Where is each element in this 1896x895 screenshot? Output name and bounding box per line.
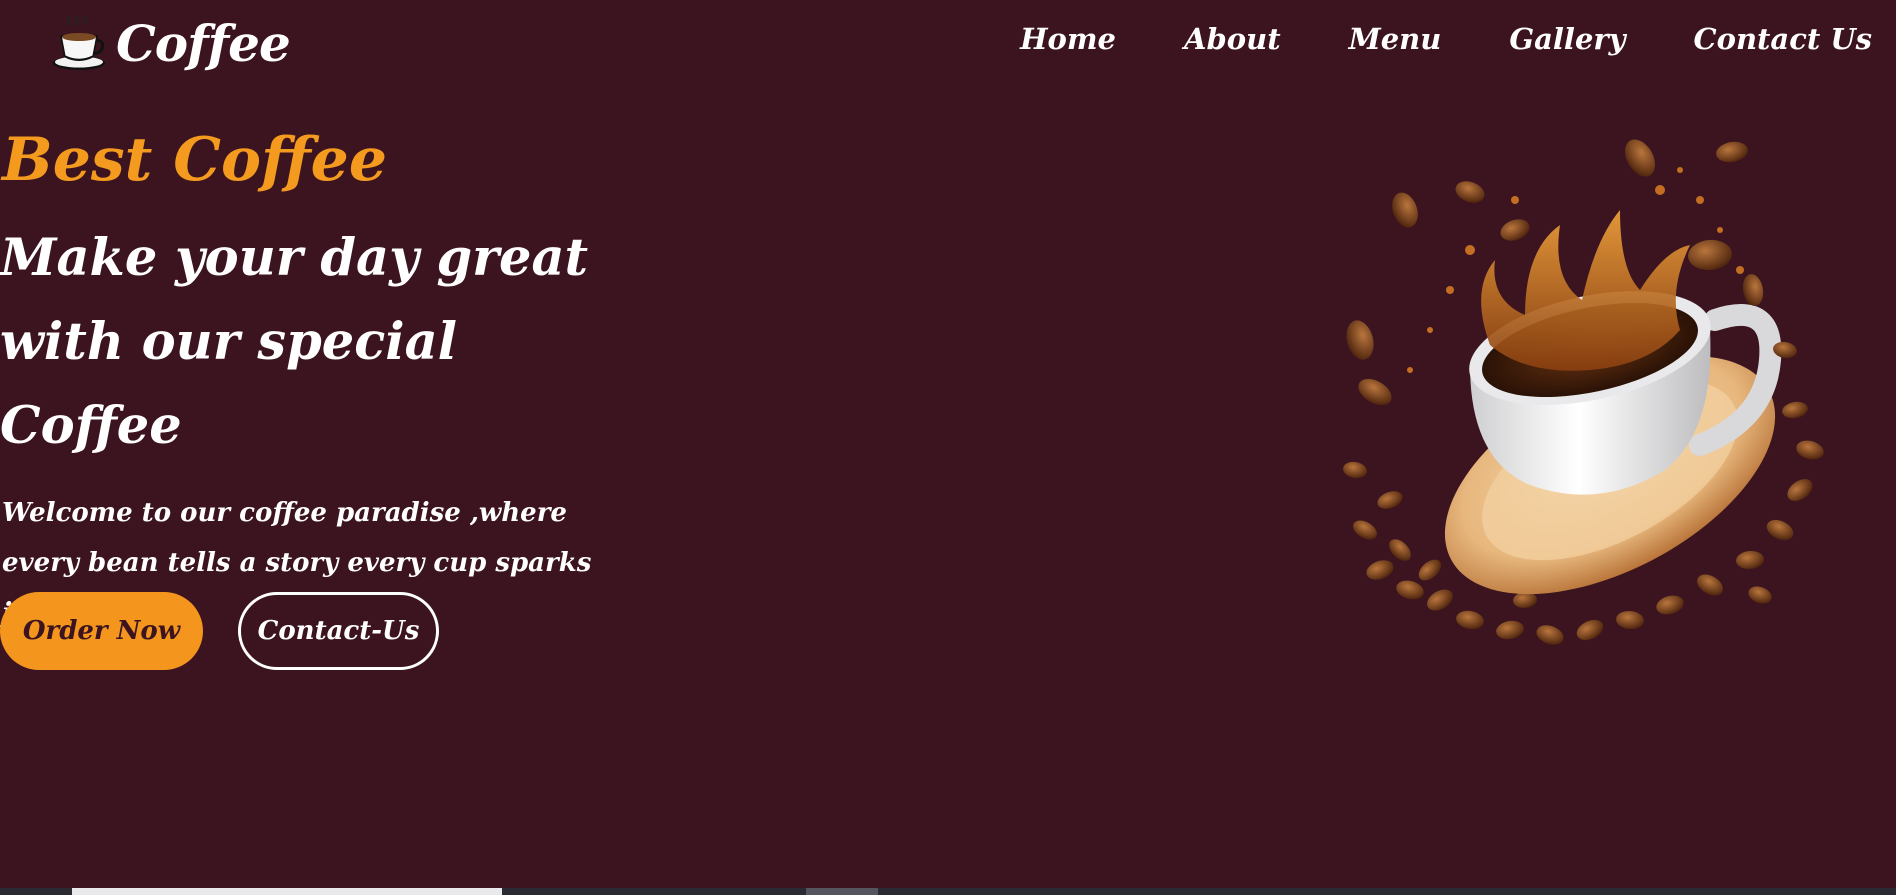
main-nav: Home About Menu Gallery Contact Us: [1020, 22, 1872, 56]
coffee-cup-icon: [53, 14, 105, 70]
hero-section: Best Coffee Make your day great with our…: [0, 130, 650, 638]
page: Coffee Home About Menu Gallery Contact U…: [0, 0, 1896, 895]
hero-tagline: Best Coffee: [2, 125, 388, 195]
order-now-button[interactable]: Order Now: [0, 592, 203, 670]
logo[interactable]: Coffee: [50, 14, 291, 73]
nav-home[interactable]: Home: [1020, 22, 1116, 56]
logo-text: Coffee: [116, 14, 291, 73]
nav-contact-us[interactable]: Contact Us: [1694, 22, 1872, 56]
horizontal-scrollbar[interactable]: [0, 888, 1896, 895]
site-header: Coffee Home About Menu Gallery Contact U…: [0, 0, 1896, 95]
hero-heading: Make your day great with our special Cof…: [0, 228, 589, 456]
hero-buttons: Order Now Contact-Us: [0, 592, 439, 670]
coffee-splash-illustration: [1343, 139, 1824, 645]
contact-us-button[interactable]: Contact-Us: [238, 592, 439, 670]
scrollbar-marker: [806, 888, 878, 895]
scrollbar-thumb[interactable]: [72, 888, 502, 895]
nav-menu[interactable]: Menu: [1349, 22, 1442, 56]
nav-gallery[interactable]: Gallery: [1509, 22, 1625, 56]
nav-about[interactable]: About: [1184, 22, 1281, 56]
